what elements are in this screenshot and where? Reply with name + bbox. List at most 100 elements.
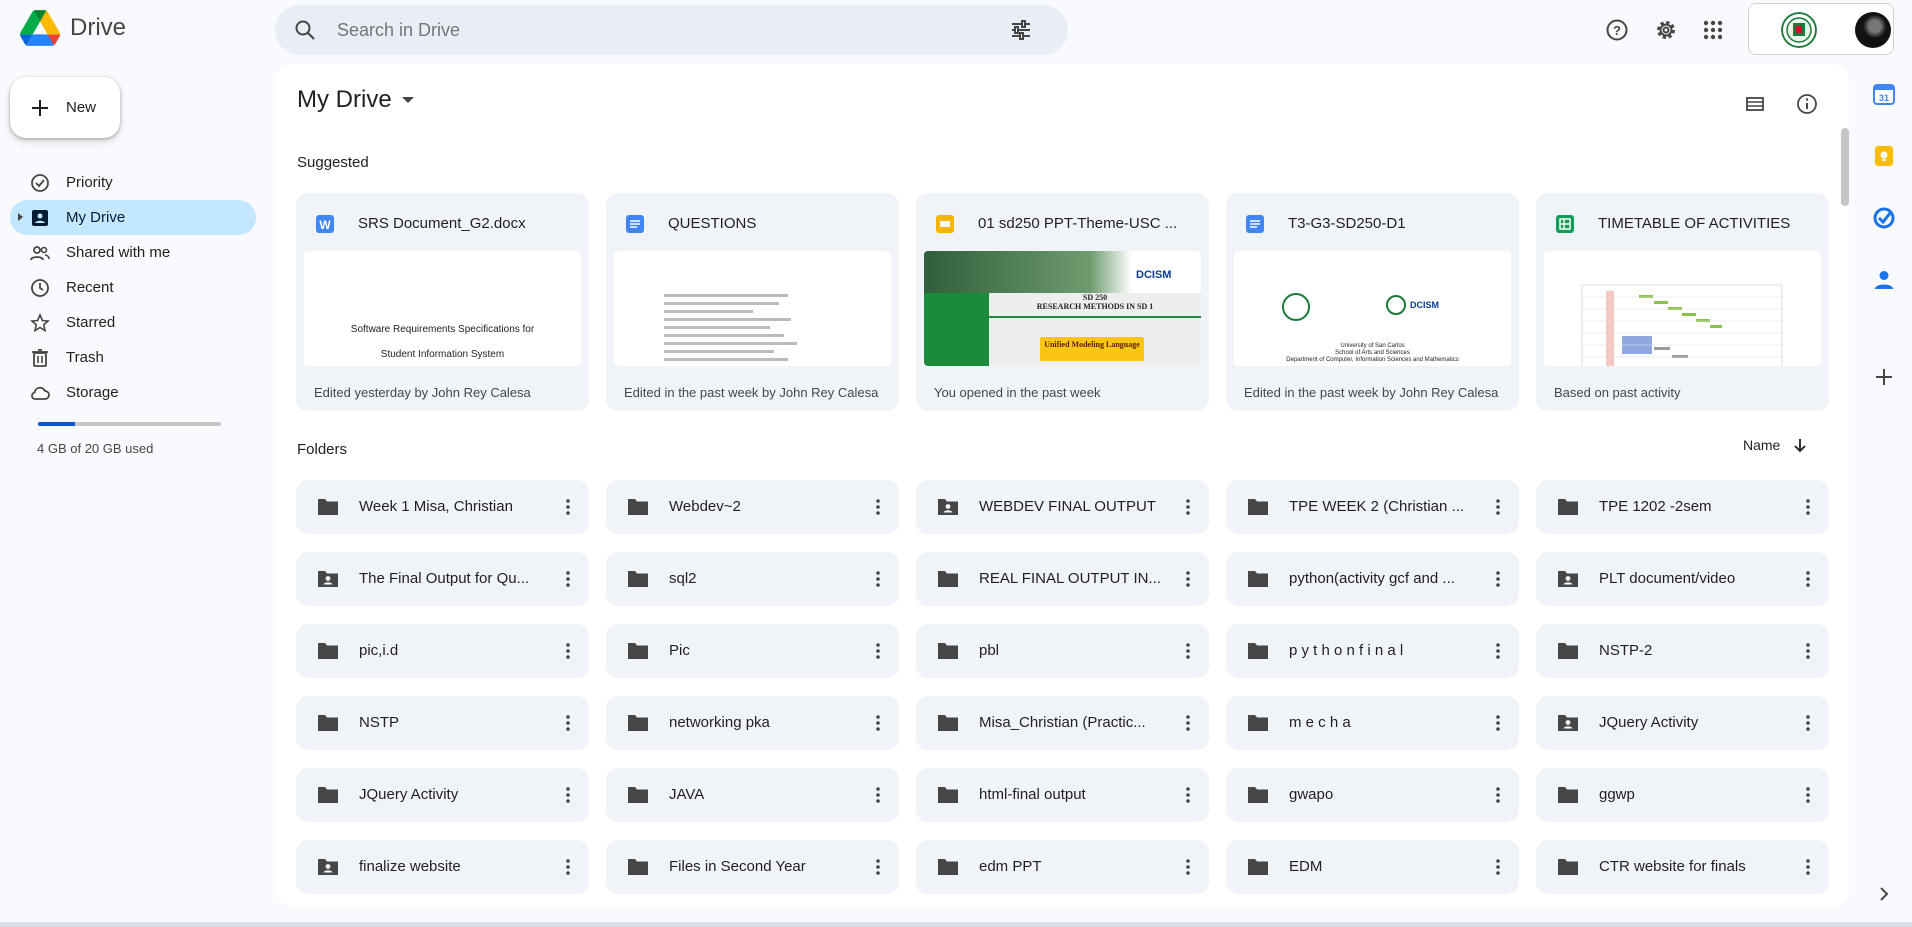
more-options-icon[interactable] [868,713,888,733]
chevron-right-icon[interactable] [1872,882,1896,906]
sort-by-name-button[interactable]: Name [1743,437,1808,453]
more-options-icon[interactable] [1488,497,1508,517]
folder-item[interactable]: pbl [916,624,1209,678]
folder-item[interactable]: Misa_Christian (Practic... [916,696,1209,750]
folder-item[interactable]: The Final Output for Qu... [296,552,589,606]
suggested-card[interactable]: W SRS Document_G2.docx Software Requirem… [296,193,589,411]
folder-item[interactable]: TPE WEEK 2 (Christian ... [1226,480,1519,534]
more-options-icon[interactable] [868,497,888,517]
folder-item[interactable]: EDM [1226,840,1519,894]
scrollbar[interactable] [1841,128,1849,206]
folder-item[interactable]: Webdev~2 [606,480,899,534]
sidebar-item-shared-with-me[interactable]: Shared with me [10,235,256,270]
more-options-icon[interactable] [1178,713,1198,733]
folder-item[interactable]: JQuery Activity [296,768,589,822]
keep-icon[interactable] [1872,144,1896,168]
more-options-icon[interactable] [868,785,888,805]
search-input[interactable] [337,19,997,41]
folder-item[interactable]: TPE 1202 -2sem [1536,480,1829,534]
trash-icon [32,349,48,367]
tasks-icon[interactable] [1872,206,1896,230]
more-options-icon[interactable] [868,857,888,877]
folder-item[interactable]: Week 1 Misa, Christian [296,480,589,534]
folder-item[interactable]: html-final output [916,768,1209,822]
suggested-card[interactable]: 01 sd250 PPT-Theme-USC ... DCISM SD 250 … [916,193,1209,411]
folder-item[interactable]: finalize website [296,840,589,894]
folder-item[interactable]: JAVA [606,768,899,822]
more-options-icon[interactable] [558,785,578,805]
sidebar-item-starred[interactable]: Starred [10,305,256,340]
more-options-icon[interactable] [1178,569,1198,589]
suggested-card[interactable]: T3-G3-SD250-D1 DCISM University of San C… [1226,193,1519,411]
search-icon[interactable] [293,18,317,42]
more-options-icon[interactable] [1178,857,1198,877]
folder-item[interactable]: edm PPT [916,840,1209,894]
folder-item[interactable]: WEBDEV FINAL OUTPUT [916,480,1209,534]
more-options-icon[interactable] [1798,785,1818,805]
folder-item[interactable]: Pic [606,624,899,678]
more-options-icon[interactable] [1798,713,1818,733]
more-options-icon[interactable] [558,569,578,589]
sidebar-item-recent[interactable]: Recent [10,270,256,305]
more-options-icon[interactable] [1798,569,1818,589]
folder-item[interactable]: sql2 [606,552,899,606]
search-options-icon[interactable] [1009,18,1033,42]
folder-item[interactable]: NSTP-2 [1536,624,1829,678]
list-view-icon[interactable] [1735,84,1775,124]
more-options-icon[interactable] [1488,713,1508,733]
more-options-icon[interactable] [1488,857,1508,877]
folder-item[interactable]: networking pka [606,696,899,750]
more-options-icon[interactable] [558,857,578,877]
settings-gear-icon[interactable] [1646,10,1686,50]
more-options-icon[interactable] [1178,641,1198,661]
folder-item[interactable]: pic,i.d [296,624,589,678]
folder-item[interactable]: JQuery Activity [1536,696,1829,750]
more-options-icon[interactable] [1488,641,1508,661]
expand-caret-icon[interactable] [18,213,23,221]
add-addon-icon[interactable] [1872,365,1896,389]
folder-item[interactable]: CTR website for finals [1536,840,1829,894]
more-options-icon[interactable] [1798,641,1818,661]
shared-folder-icon [1558,571,1578,587]
folder-item[interactable]: ggwp [1536,768,1829,822]
sidebar-item-priority[interactable]: Priority [10,165,256,200]
folder-icon [1558,859,1578,875]
suggested-card[interactable]: TIMETABLE OF ACTIVITIES Based on past ac… [1536,193,1829,411]
more-options-icon[interactable] [868,569,888,589]
suggested-card[interactable]: QUESTIONS Edited in the past week by Joh… [606,193,899,411]
info-icon[interactable] [1787,84,1827,124]
folder-item[interactable]: p y t h o n f i n a l [1226,624,1519,678]
sidebar-item-my-drive[interactable]: My Drive [10,200,256,235]
new-button[interactable]: New [10,77,120,138]
folder-name: JQuery Activity [359,786,459,803]
page-title[interactable]: My Drive [297,86,414,114]
chevron-down-icon [401,97,414,103]
sidebar-item-storage[interactable]: Storage [10,375,256,410]
more-options-icon[interactable] [558,713,578,733]
search-bar[interactable] [275,5,1068,55]
more-options-icon[interactable] [558,641,578,661]
folder-item[interactable]: REAL FINAL OUTPUT IN... [916,552,1209,606]
calendar-icon[interactable]: 31 [1872,82,1896,106]
contacts-icon[interactable] [1872,268,1896,292]
sidebar-item-trash[interactable]: Trash [10,340,256,375]
apps-grid-icon[interactable] [1693,10,1733,50]
folder-item[interactable]: Files in Second Year [606,840,899,894]
suggested-file-name: TIMETABLE OF ACTIVITIES [1598,215,1791,232]
more-options-icon[interactable] [1178,497,1198,517]
more-options-icon[interactable] [1488,785,1508,805]
more-options-icon[interactable] [1178,785,1198,805]
help-icon[interactable]: ? [1597,10,1637,50]
folder-item[interactable]: gwapo [1226,768,1519,822]
more-options-icon[interactable] [1798,497,1818,517]
folder-item[interactable]: python(activity gcf and ... [1226,552,1519,606]
more-options-icon[interactable] [1798,857,1818,877]
folder-item[interactable]: m e c h a [1226,696,1519,750]
folder-item[interactable]: PLT document/video [1536,552,1829,606]
folder-item[interactable]: NSTP [296,696,589,750]
drive-logo[interactable]: Drive [20,10,126,46]
more-options-icon[interactable] [558,497,578,517]
more-options-icon[interactable] [1488,569,1508,589]
more-options-icon[interactable] [868,641,888,661]
folder-name: The Final Output for Qu... [359,570,530,587]
